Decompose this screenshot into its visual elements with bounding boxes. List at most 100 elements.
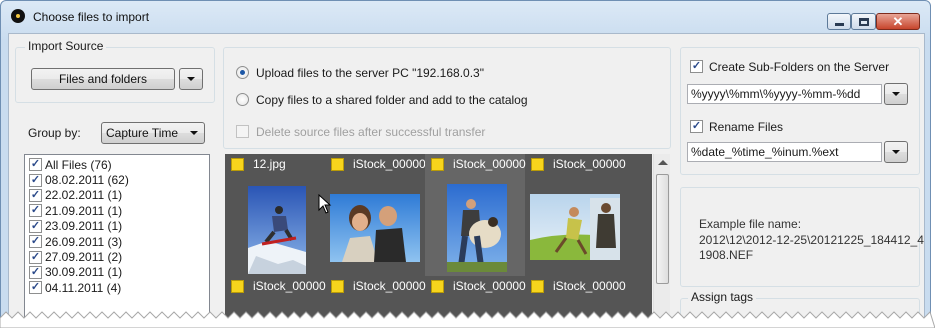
date-filter-checkbox[interactable] — [29, 188, 42, 202]
flag-icon[interactable] — [431, 279, 444, 293]
example-name-value-line2: 1908.NEF — [699, 248, 754, 262]
date-filter-item[interactable]: 21.09.2011 (1) — [25, 203, 209, 218]
thumbnail-name: iStock_00000 — [453, 279, 526, 293]
date-filter-checkbox[interactable] — [29, 235, 42, 249]
assign-tags-title: Assign tags — [688, 290, 757, 304]
thumbnail-name: 12.jpg — [253, 157, 286, 171]
thumbnail-name: iStock_00000 — [253, 279, 326, 293]
close-icon: ✕ — [892, 14, 904, 29]
rename-files-label[interactable]: Rename Files — [709, 120, 783, 134]
date-filter-checkbox[interactable] — [29, 204, 42, 218]
close-button[interactable]: ✕ — [876, 13, 920, 30]
date-filter-item[interactable]: 08.02.2011 (62) — [25, 172, 209, 187]
date-filter-label: 26.09.2011 (3) — [45, 234, 123, 249]
date-filter-label: 08.02.2011 (62) — [45, 173, 129, 188]
thumbnail-gallery[interactable]: 12.jpg iStock_00000 iStock_00000 iStock_… — [225, 154, 652, 327]
date-filter-label: 22.02.2011 (1) — [45, 188, 123, 203]
files-and-folders-button[interactable]: Files and folders — [31, 68, 175, 90]
date-filter-items: All Files (76)08.02.2011 (62)22.02.2011 … — [25, 155, 209, 296]
flag-icon[interactable] — [531, 157, 544, 171]
gallery-scrollbar[interactable] — [653, 154, 670, 327]
date-filter-checkbox[interactable] — [29, 265, 42, 279]
app-logo-icon — [11, 9, 25, 23]
dancing-women-photo — [530, 194, 620, 260]
thumbnail-name: iStock_00000 — [353, 157, 426, 171]
thumbnail-name: iStock_00000 — [553, 157, 626, 171]
flag-icon[interactable] — [431, 157, 444, 171]
date-filter-item[interactable]: 23.09.2011 (1) — [25, 219, 209, 234]
copy-radio-label[interactable]: Copy files to a shared folder and add to… — [256, 93, 528, 107]
create-subfolders-label[interactable]: Create Sub-Folders on the Server — [709, 60, 889, 74]
thumbnail-tile[interactable]: iStock_00000 — [425, 276, 526, 296]
man-with-sheep-photo — [447, 184, 507, 272]
flag-icon[interactable] — [531, 279, 544, 293]
date-filter-item[interactable]: 30.09.2011 (1) — [25, 265, 209, 280]
date-filter-checkbox[interactable] — [29, 219, 42, 233]
create-subfolders-checkbox[interactable] — [690, 60, 703, 73]
subfolder-pattern-input[interactable]: %yyyy\%mm\%yyyy-%mm-%dd — [687, 84, 882, 104]
date-filter-item[interactable]: 22.02.2011 (1) — [25, 188, 209, 203]
chevron-down-icon — [187, 77, 195, 81]
group-by-select[interactable]: Capture Time — [101, 122, 205, 144]
thumbnail-tile[interactable]: 12.jpg — [225, 154, 325, 174]
flag-icon[interactable] — [231, 279, 244, 293]
chevron-down-icon — [892, 92, 900, 96]
date-filter-label: 04.11.2011 (4) — [45, 280, 122, 295]
flag-icon[interactable] — [331, 157, 344, 171]
example-name-value-line1: 2012\12\2012-12-25\20121225_184412_4 — [699, 233, 924, 247]
thumbnail-tile[interactable]: iStock_00000 — [525, 276, 626, 296]
example-name-label: Example file name: — [699, 217, 802, 231]
date-filter-checkbox[interactable] — [29, 250, 42, 264]
minimize-icon — [834, 23, 844, 26]
thumbnail-name: iStock_00000 — [453, 157, 526, 171]
date-filter-item[interactable]: 04.11.2011 (4) — [25, 280, 209, 295]
upload-radio[interactable] — [236, 66, 249, 79]
flag-icon[interactable] — [231, 157, 244, 171]
date-filter-label: 21.09.2011 (1) — [45, 203, 123, 218]
date-filter-item[interactable]: 26.09.2011 (3) — [25, 234, 209, 249]
maximize-icon — [858, 17, 869, 26]
copy-radio[interactable] — [236, 93, 249, 106]
rename-files-checkbox[interactable] — [690, 120, 703, 133]
thumbnail-tile[interactable]: iStock_00000 — [225, 276, 326, 296]
delete-source-checkbox[interactable] — [236, 125, 249, 138]
date-filter-checkbox[interactable] — [29, 158, 42, 172]
thumbnail-tile[interactable]: iStock_00000 — [325, 276, 426, 296]
flag-icon[interactable] — [331, 279, 344, 293]
subfolder-pattern-dropdown[interactable] — [884, 83, 908, 105]
thumbnail-tile[interactable]: iStock_00000 — [325, 154, 426, 174]
thumbnail-tile[interactable]: iStock_00000 — [525, 154, 626, 174]
minimize-button[interactable] — [827, 13, 851, 30]
snowboarder-photo — [248, 186, 306, 274]
import-dialog: Choose files to import ✕ Import Source F… — [0, 0, 931, 328]
title-bar[interactable]: Choose files to import ✕ — [1, 1, 930, 31]
torn-edge-decoration — [0, 311, 935, 328]
group-by-value: Capture Time — [106, 126, 179, 140]
chevron-down-icon — [190, 131, 198, 135]
mouse-pointer-icon — [318, 194, 332, 214]
rename-pattern-dropdown[interactable] — [884, 141, 908, 163]
scrollbar-thumb[interactable] — [656, 174, 669, 284]
date-filter-item[interactable]: 27.09.2011 (2) — [25, 249, 209, 264]
thumbnail-name: iStock_00000 — [353, 279, 426, 293]
date-filter-item[interactable]: All Files (76) — [25, 157, 209, 172]
rename-pattern-input[interactable]: %date_%time_%inum.%ext — [687, 142, 882, 162]
delete-source-label: Delete source files after successful tra… — [256, 125, 486, 139]
date-filter-checkbox[interactable] — [29, 281, 42, 295]
group-by-label: Group by: — [28, 126, 81, 140]
source-dropdown-button[interactable] — [179, 68, 203, 90]
date-filter-list[interactable]: All Files (76)08.02.2011 (62)22.02.2011 … — [24, 154, 210, 327]
maximize-button[interactable] — [851, 13, 876, 30]
date-filter-label: 30.09.2011 (1) — [45, 265, 123, 280]
date-filter-label: 27.09.2011 (2) — [45, 250, 123, 265]
dialog-body: Import Source Files and folders Group by… — [8, 33, 925, 327]
couple-photo — [330, 194, 420, 262]
upload-radio-label[interactable]: Upload files to the server PC "192.168.0… — [256, 66, 484, 80]
date-filter-label: All Files (76) — [45, 157, 112, 172]
window-title: Choose files to import — [33, 10, 150, 24]
import-source-title: Import Source — [25, 39, 107, 53]
date-filter-checkbox[interactable] — [29, 173, 42, 187]
scroll-up-icon[interactable] — [658, 160, 668, 165]
date-filter-label: 23.09.2011 (1) — [45, 219, 123, 234]
chevron-down-icon — [892, 150, 900, 154]
